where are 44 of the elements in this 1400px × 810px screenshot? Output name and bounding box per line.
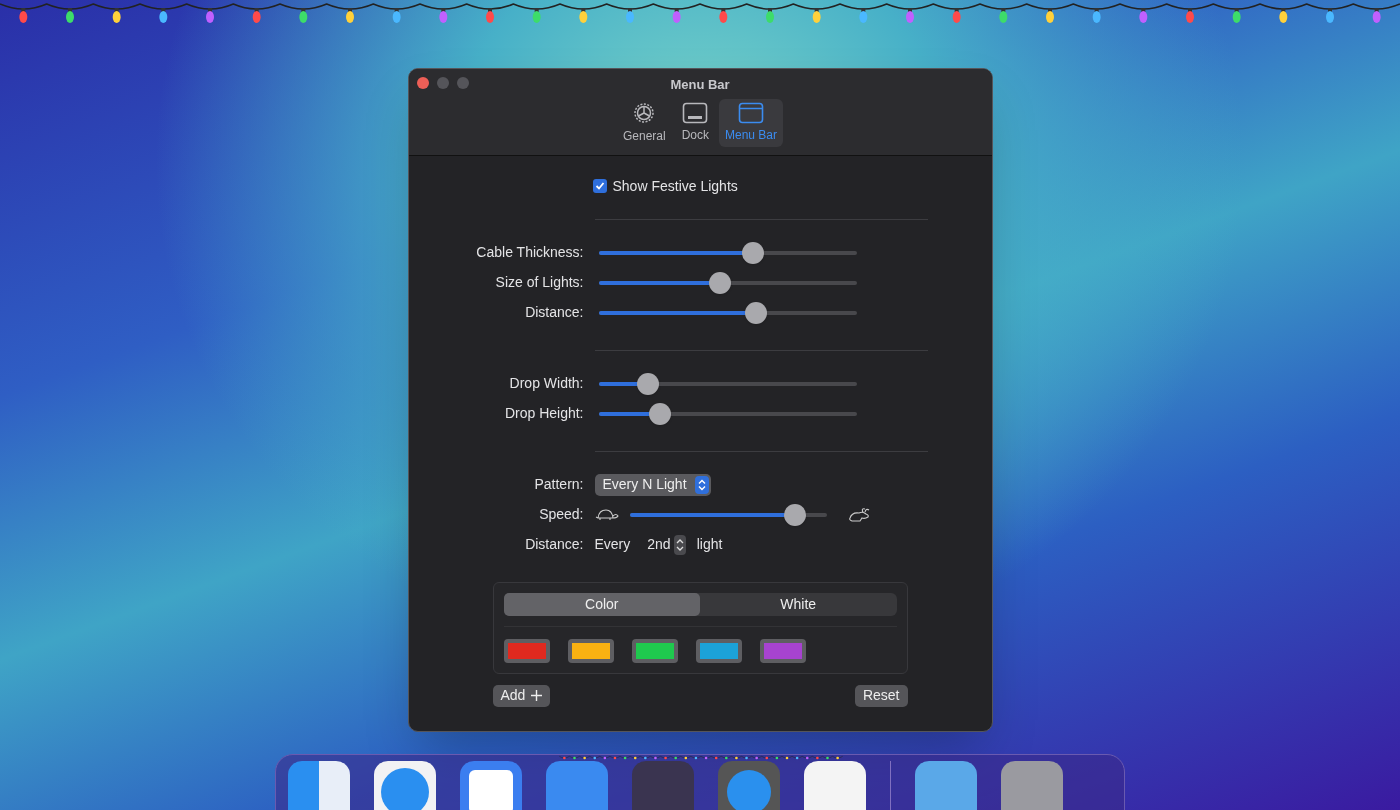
slider-track[interactable]	[598, 381, 857, 386]
slider-thumb[interactable]	[742, 241, 765, 264]
slider-track[interactable]	[598, 280, 857, 285]
distance-value: 2nd	[647, 535, 671, 554]
dropdown-chevrons-icon	[694, 475, 709, 494]
field-label: Drop Width:	[508, 374, 584, 393]
slider-thumb[interactable]	[649, 402, 672, 425]
field-label: Pattern:	[533, 475, 584, 494]
slider-track[interactable]	[598, 250, 857, 255]
checkbox[interactable]	[592, 179, 607, 193]
add-button[interactable]: Add	[492, 684, 551, 707]
checkmark-icon	[594, 181, 605, 191]
slider-thumb[interactable]	[636, 372, 659, 395]
slider-thumb[interactable]	[783, 503, 806, 526]
rabbit-icon	[847, 506, 870, 523]
field-label: Distance:	[524, 303, 584, 322]
segment-tab[interactable]: White	[700, 592, 897, 616]
pattern-dropdown[interactable]: Every N Light	[594, 473, 711, 496]
close-button[interactable]	[416, 77, 429, 89]
slider-track[interactable]	[598, 411, 857, 416]
stepper[interactable]	[673, 534, 686, 555]
turtle-icon	[594, 507, 619, 522]
gear-icon	[632, 100, 657, 125]
segment-tab[interactable]: Color	[503, 592, 700, 616]
toolbar-tab[interactable]: General	[616, 98, 672, 147]
reset-button[interactable]: Reset	[854, 684, 908, 707]
slider-thumb[interactable]	[744, 301, 767, 324]
slider-track[interactable]	[598, 310, 857, 315]
field-label: Distance:	[524, 535, 584, 554]
window-title: Menu Bar	[670, 76, 730, 94]
plus-icon	[531, 690, 543, 701]
menu-bar-window-icon	[738, 101, 764, 124]
field-label: Size of Lights:	[494, 273, 584, 292]
field-label: Speed:	[538, 505, 584, 524]
distance-prefix: Every	[594, 535, 631, 554]
checkbox-label: Show Festive Lights	[612, 176, 738, 196]
field-label: Drop Height:	[503, 404, 584, 423]
field-label: Cable Thickness:	[475, 243, 584, 262]
toolbar-tab[interactable]: Dock	[675, 98, 715, 147]
slider-track[interactable]	[629, 512, 827, 517]
toolbar-tab[interactable]: Menu Bar	[719, 98, 784, 147]
dock-window-icon	[682, 101, 709, 124]
slider-thumb[interactable]	[708, 271, 731, 294]
distance-suffix: light	[696, 535, 723, 554]
